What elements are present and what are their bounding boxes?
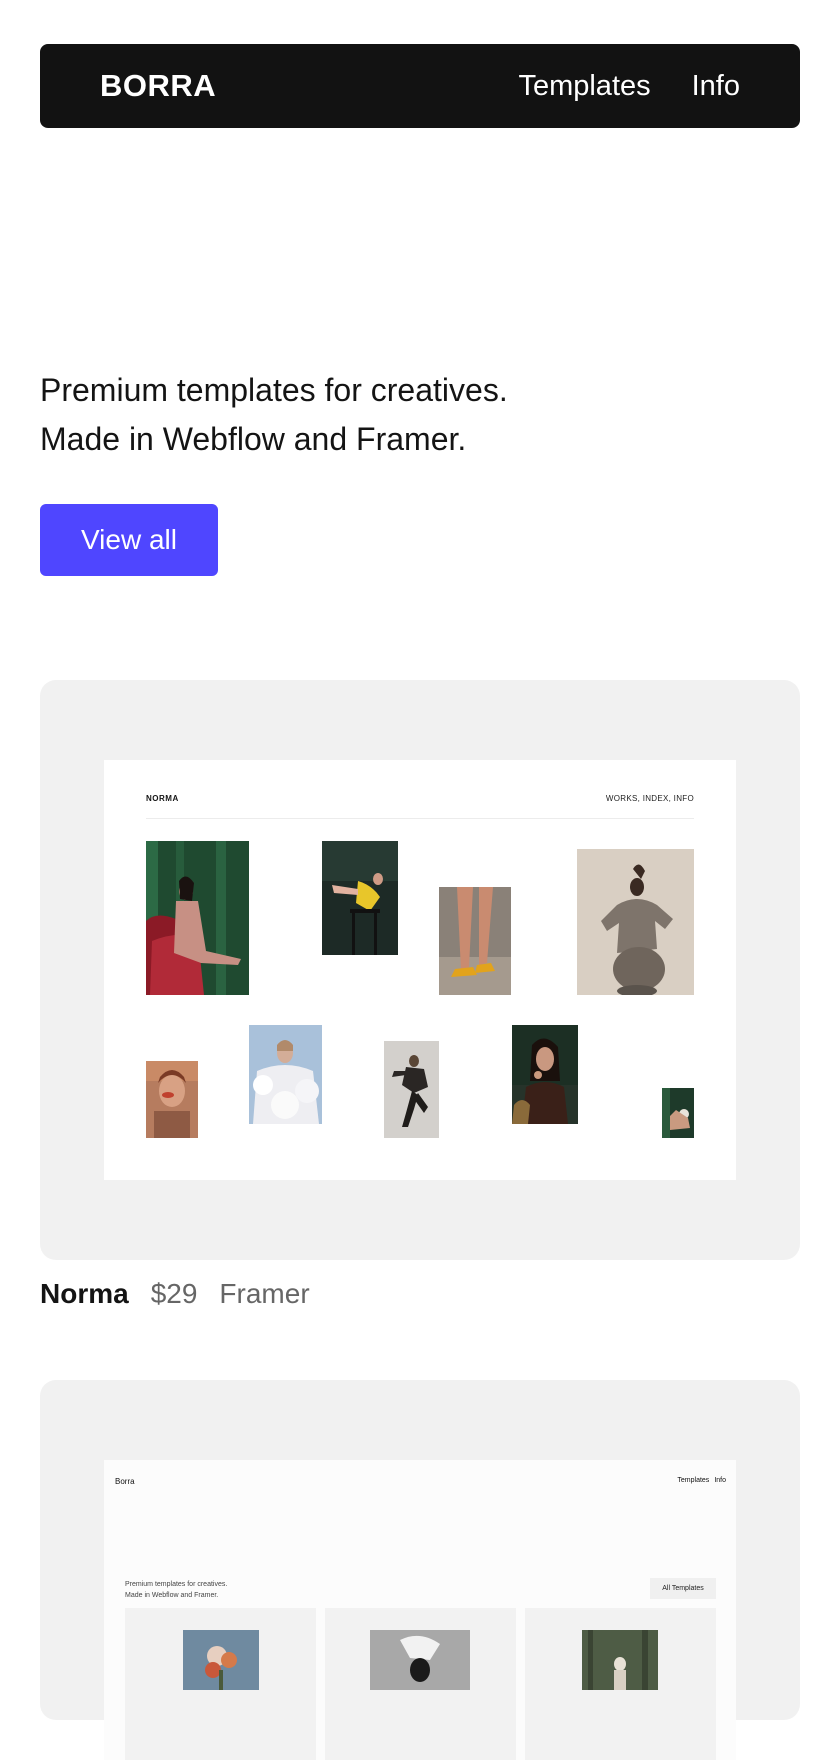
- template-name[interactable]: Norma: [40, 1278, 129, 1310]
- preview-brand: NORMA: [146, 794, 179, 803]
- preview-tile-1: [125, 1608, 316, 1760]
- preview-header: NORMA WORKS, INDEX, INFO: [146, 794, 694, 819]
- hero-line-1: Premium templates for creatives.: [40, 372, 508, 408]
- template-card-borra[interactable]: Borra Templates Info Premium templates f…: [40, 1380, 800, 1760]
- template-platform: Framer: [219, 1278, 310, 1309]
- photo-legs-lace: [439, 887, 511, 995]
- preview-hero-line-2: Made in Webflow and Framer.: [125, 1592, 219, 1599]
- hero-line-2: Made in Webflow and Framer.: [40, 421, 467, 457]
- preview-tile-3: [525, 1608, 716, 1760]
- photo-blurred-portrait: [146, 1061, 198, 1138]
- template-card-norma[interactable]: NORMA WORKS, INDEX, INFO: [40, 680, 800, 1260]
- brand-logo[interactable]: BORRA: [100, 68, 216, 104]
- template-price: $29: [150, 1278, 198, 1309]
- view-all-button[interactable]: View all: [40, 504, 218, 576]
- preview-tile-image-flower: [183, 1630, 259, 1690]
- photo-woman-dark-green: [512, 1025, 578, 1124]
- photo-woman-yellow-chair: [322, 841, 398, 955]
- preview-nav: WORKS, INDEX, INFO: [605, 794, 694, 803]
- photo-small-green: [662, 1088, 694, 1138]
- preview-hero-line-1: Premium templates for creatives.: [125, 1581, 228, 1588]
- template-preview-image: Borra Templates Info Premium templates f…: [104, 1460, 736, 1760]
- preview-nav: Templates Info: [677, 1477, 726, 1484]
- preview-tile-2: [325, 1608, 516, 1760]
- photo-woman-green-curtain: [146, 841, 249, 995]
- preview-tile-image-forest: [582, 1630, 658, 1690]
- preview-hero-text: Premium templates for creatives. Made in…: [125, 1579, 227, 1601]
- preview-brand: Borra: [115, 1477, 135, 1486]
- nav-link-templates[interactable]: Templates: [518, 70, 650, 103]
- photo-knit-sculpture: [577, 849, 694, 995]
- template-preview-image: NORMA WORKS, INDEX, INFO: [104, 760, 736, 1180]
- hero-heading: Premium templates for creatives. Made in…: [40, 366, 740, 464]
- nav-link-info[interactable]: Info: [692, 70, 740, 103]
- template-meta-norma: Norma $29 Framer: [40, 1278, 310, 1310]
- main-nav: Templates Info: [518, 70, 740, 103]
- top-navbar: BORRA Templates Info: [40, 44, 800, 128]
- photo-jumping-figure: [384, 1041, 439, 1138]
- preview-nav-templates: Templates: [677, 1477, 710, 1484]
- preview-nav-info: Info: [714, 1477, 726, 1484]
- preview-tile-image-sculpture: [370, 1630, 470, 1690]
- photo-white-fluffy-coat: [249, 1025, 322, 1124]
- preview-all-templates-button: All Templates: [650, 1578, 716, 1599]
